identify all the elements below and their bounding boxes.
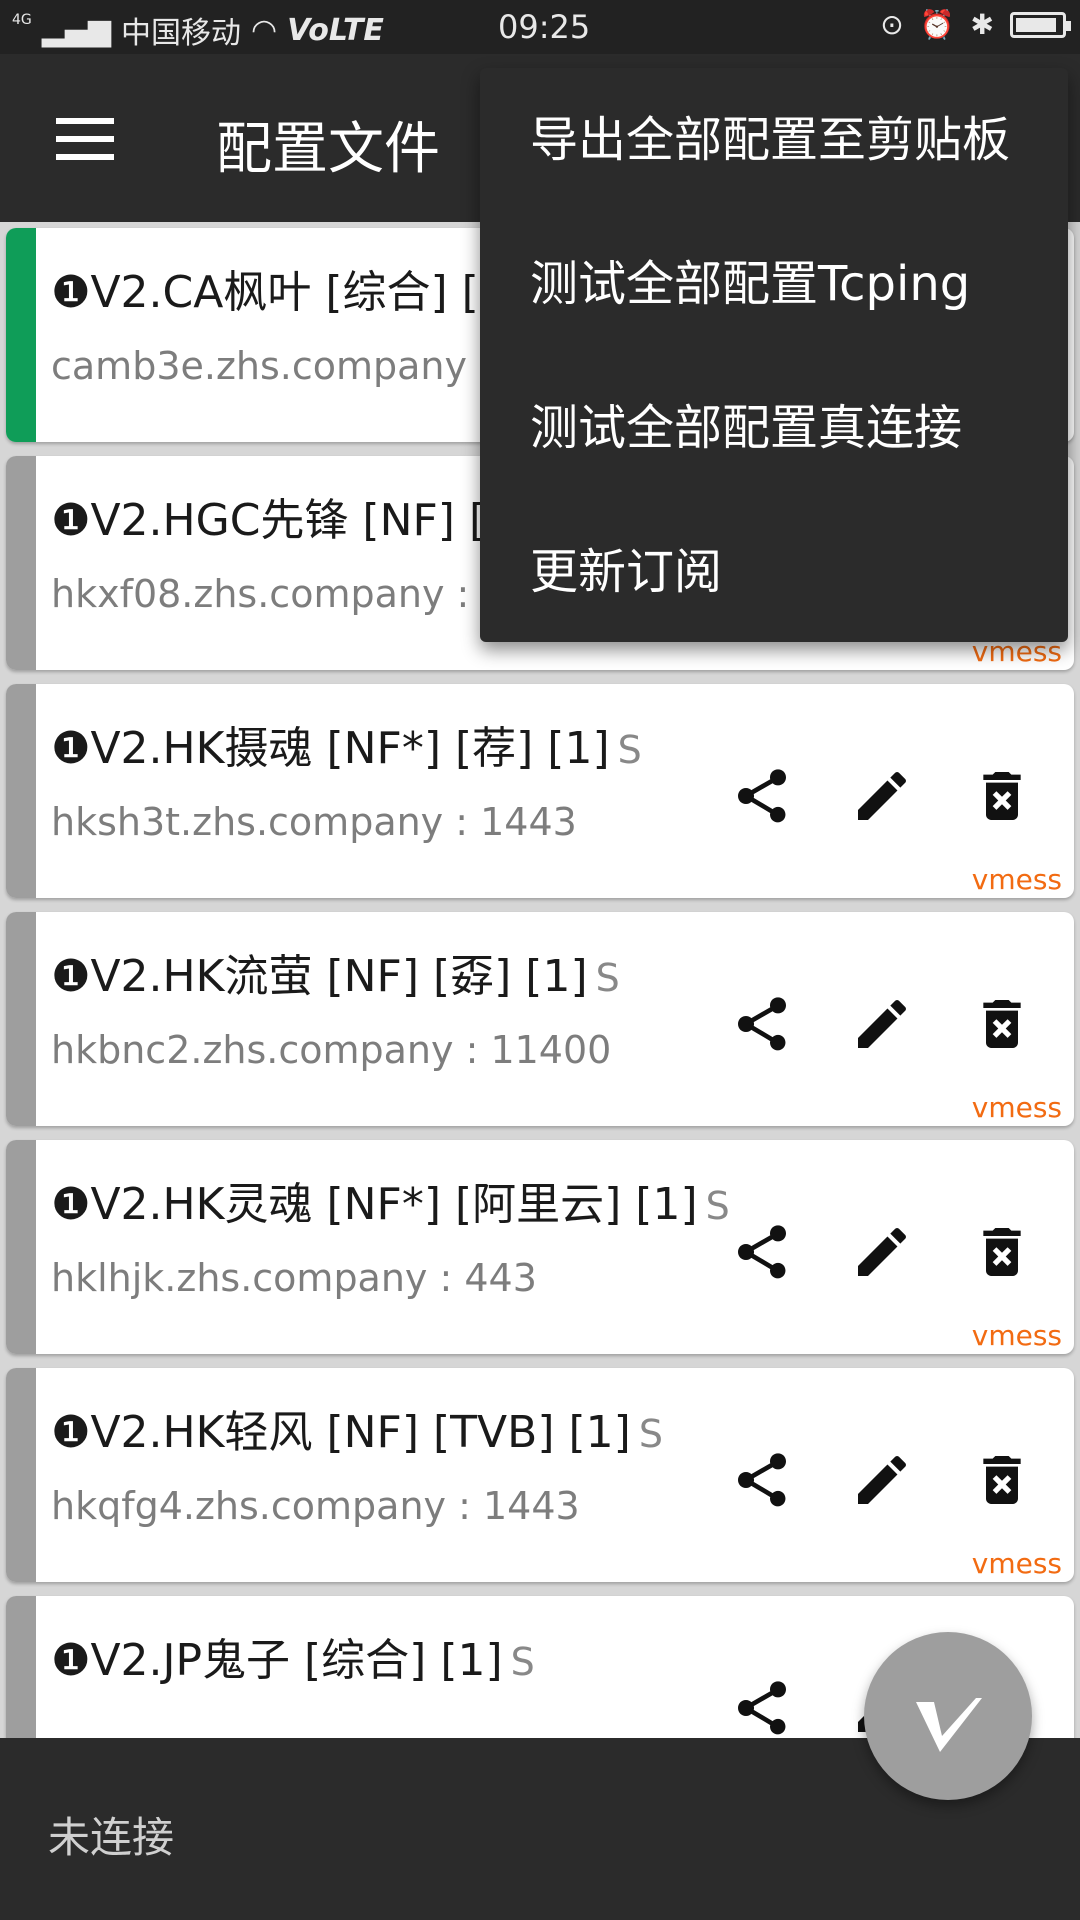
- server-name: ❶V2.HGC先锋 [NF] [: [51, 495, 487, 546]
- network-type: 4G: [12, 12, 32, 28]
- selection-indicator: [6, 1368, 36, 1582]
- server-card[interactable]: ❶V2.HK流萤 [NF] [孬] [1] S hkbnc2.zhs.company…: [6, 912, 1074, 1126]
- selection-indicator: [6, 228, 36, 442]
- selection-indicator: [6, 684, 36, 898]
- edit-icon[interactable]: [850, 1220, 914, 1284]
- card-actions: [730, 992, 1060, 1062]
- protocol-label: vmess: [971, 1319, 1062, 1352]
- server-subscription-flag: S: [510, 1640, 535, 1684]
- share-icon[interactable]: [730, 1448, 794, 1512]
- carrier-name: 中国移动: [120, 16, 241, 51]
- server-address: hksh3t.zhs.company : 1443: [51, 800, 577, 844]
- server-card[interactable]: ❶V2.HK摄魂 [NF*] [荐] [1] S hksh3t.zhs.compan…: [6, 684, 1074, 898]
- server-address: camb3e.zhs.company :: [51, 344, 492, 388]
- connection-status: 未连接: [48, 1813, 175, 1862]
- protocol-label: vmess: [971, 863, 1062, 896]
- server-subscription-flag: S: [617, 728, 642, 772]
- edit-icon[interactable]: [850, 764, 914, 828]
- share-icon[interactable]: [730, 1220, 794, 1284]
- card-actions: [730, 1220, 1060, 1290]
- delete-icon[interactable]: [970, 992, 1034, 1056]
- bluetooth-icon: ✱: [970, 8, 994, 41]
- share-icon[interactable]: [730, 992, 794, 1056]
- server-name: ❶V2.HK流萤 [NF] [孬] [1] S: [51, 951, 620, 1002]
- server-name: ❶V2.JP鬼子 [综合] [1] S: [51, 1635, 535, 1686]
- server-name: ❶V2.HK摄魂 [NF*] [荐] [1] S: [51, 723, 642, 774]
- share-icon[interactable]: [730, 1676, 794, 1738]
- battery-level: [1016, 17, 1056, 32]
- menu-item-test-real-connection[interactable]: 测试全部配置真连接: [530, 388, 962, 458]
- selection-indicator: [6, 1596, 36, 1738]
- selection-indicator: [6, 1140, 36, 1354]
- protocol-label: vmess: [971, 1091, 1062, 1124]
- overflow-menu: 导出全部配置至剪贴板 测试全部配置Tcping 测试全部配置真连接 更新订阅: [480, 68, 1068, 642]
- signal-icon: ▂▄▆: [41, 12, 111, 48]
- menu-item-update-subscription[interactable]: 更新订阅: [530, 532, 722, 602]
- page-title: 配置文件: [216, 117, 440, 182]
- connect-fab-button[interactable]: [864, 1632, 1032, 1800]
- server-address: hklhjk.zhs.company : 443: [51, 1256, 537, 1300]
- wifi-icon: ◠: [250, 12, 278, 48]
- server-name: ❶V2.CA枫叶 [综合] [: [51, 267, 479, 318]
- server-card[interactable]: ❶V2.HK灵魂 [NF*] [阿里云] [1] S hklhjk.zhs.comp…: [6, 1140, 1074, 1354]
- v2ray-logo-icon: [916, 1698, 982, 1752]
- menu-item-test-tcping[interactable]: 测试全部配置Tcping: [530, 244, 970, 314]
- status-left: 4G ▂▄▆ 中国移动 ◠ VoLTE: [12, 8, 384, 52]
- server-address: hkqfg4.zhs.company : 1443: [51, 1484, 580, 1528]
- delete-icon[interactable]: [970, 764, 1034, 828]
- server-name: ❶V2.HK灵魂 [NF*] [阿里云] [1] S: [51, 1179, 730, 1230]
- server-subscription-flag: S: [705, 1184, 730, 1228]
- delete-icon[interactable]: [970, 1220, 1034, 1284]
- menu-item-export-all[interactable]: 导出全部配置至剪贴板: [530, 100, 1010, 170]
- server-subscription-flag: S: [595, 956, 620, 1000]
- rotation-lock-icon: ⊙: [880, 8, 904, 41]
- edit-icon[interactable]: [850, 1448, 914, 1512]
- menu-hamburger-icon[interactable]: [56, 118, 114, 160]
- edit-icon[interactable]: [850, 992, 914, 1056]
- server-address: hkbnc2.zhs.company : 11400: [51, 1028, 612, 1072]
- selection-indicator: [6, 912, 36, 1126]
- status-right: ⊙ ⏰ ✱: [880, 8, 1071, 41]
- alarm-icon: ⏰: [919, 8, 955, 41]
- server-card[interactable]: ❶V2.HK轻风 [NF] [TVB] [1] S hkqfg4.zhs.compa…: [6, 1368, 1074, 1582]
- clock: 09:25: [498, 8, 591, 46]
- share-icon[interactable]: [730, 764, 794, 828]
- selection-indicator: [6, 456, 36, 670]
- protocol-label: vmess: [971, 1547, 1062, 1580]
- card-actions: [730, 764, 1060, 834]
- battery-icon: [1010, 11, 1071, 38]
- card-actions: [730, 1448, 1060, 1518]
- server-subscription-flag: S: [638, 1412, 663, 1456]
- status-bar: 4G ▂▄▆ 中国移动 ◠ VoLTE 09:25 ⊙ ⏰ ✱: [0, 0, 1080, 54]
- server-address: hkxf08.zhs.company : 1: [51, 572, 506, 616]
- volte-indicator: VoLTE: [287, 12, 384, 48]
- delete-icon[interactable]: [970, 1448, 1034, 1512]
- server-name: ❶V2.HK轻风 [NF] [TVB] [1] S: [51, 1407, 663, 1458]
